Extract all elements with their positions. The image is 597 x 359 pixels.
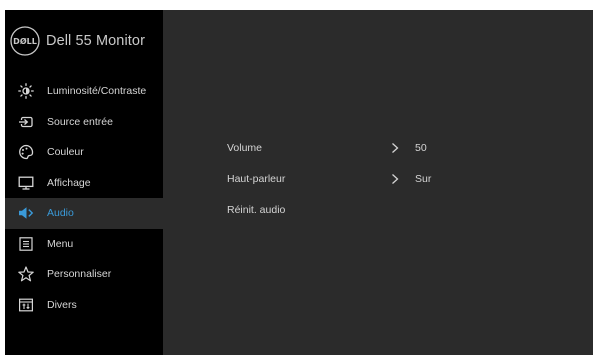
chevron-right-icon	[392, 174, 399, 184]
reset-audio-row[interactable]: Réinit. audio	[227, 200, 467, 220]
input-source-icon	[17, 113, 35, 131]
menu-item-divers[interactable]: Divers	[5, 290, 163, 321]
speaker-icon	[17, 204, 35, 222]
volume-label: Volume	[227, 142, 263, 154]
menu-item-label: Menu	[47, 237, 74, 250]
reset-audio-label: Réinit. audio	[227, 204, 286, 216]
menu-item-label: Audio	[47, 207, 74, 220]
star-icon	[17, 265, 35, 283]
volume-row[interactable]: Volume 50	[227, 138, 467, 158]
menu-item-couleur[interactable]: Couleur	[5, 137, 163, 168]
menu-item-label: Affichage	[47, 176, 91, 189]
menu-item-label: Source entrée	[47, 115, 113, 128]
osd-header: DØLL Dell 55 Monitor	[9, 26, 145, 56]
menu-item-audio[interactable]: Audio	[5, 198, 163, 229]
menu-list-icon	[17, 235, 35, 253]
chevron-right-icon	[392, 143, 399, 153]
menu-item-source-entree[interactable]: Source entrée	[5, 107, 163, 138]
others-icon	[17, 296, 35, 314]
menu-item-luminosite-contraste[interactable]: Luminosité/Contraste	[5, 76, 163, 107]
menu-item-label: Personnaliser	[47, 268, 112, 281]
volume-value: 50	[415, 142, 427, 154]
main-menu: Luminosité/Contraste Source entrée Coule…	[5, 76, 163, 320]
sidebar: DØLL Dell 55 Monitor Luminosité/Contrast…	[5, 10, 163, 355]
color-palette-icon	[17, 143, 35, 161]
dell-logo: DØLL	[10, 26, 40, 56]
menu-item-label: Luminosité/Contraste	[47, 85, 147, 98]
display-icon	[17, 174, 35, 192]
speaker-row[interactable]: Haut-parleur Sur	[227, 169, 467, 189]
speaker-value: Sur	[415, 173, 432, 185]
menu-item-label: Couleur	[47, 146, 84, 159]
speaker-label: Haut-parleur	[227, 173, 286, 185]
menu-item-menu[interactable]: Menu	[5, 229, 163, 260]
menu-item-affichage[interactable]: Affichage	[5, 168, 163, 199]
monitor-osd: DØLL Dell 55 Monitor Luminosité/Contrast…	[5, 10, 593, 355]
audio-panel: Volume 50 Haut-parleur Sur Réinit. audio	[163, 10, 593, 355]
menu-item-label: Divers	[47, 298, 77, 311]
brightness-icon	[17, 82, 35, 100]
svg-text:DØLL: DØLL	[13, 36, 37, 46]
menu-item-personnaliser[interactable]: Personnaliser	[5, 259, 163, 290]
product-name: Dell 55 Monitor	[46, 33, 146, 49]
